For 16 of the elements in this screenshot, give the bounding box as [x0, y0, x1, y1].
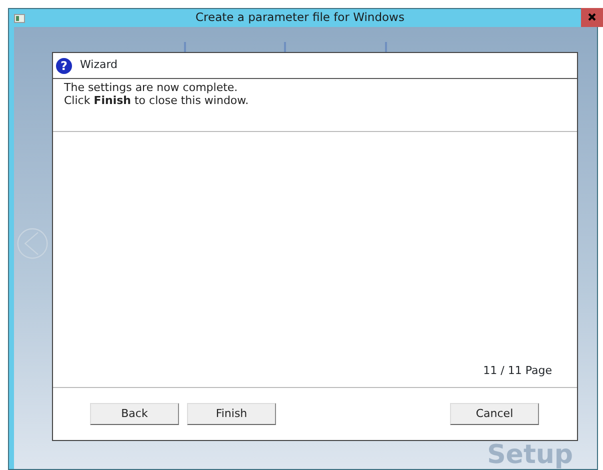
window-title: Create a parameter file for Windows: [194, 9, 406, 26]
close-icon: [588, 13, 596, 22]
step-marker: [184, 42, 186, 53]
help-icon: ?: [56, 58, 72, 74]
wizard-button[interactable]: Finish: [187, 403, 276, 425]
step-marker: [385, 42, 387, 53]
cancel-button[interactable]: Cancel: [450, 403, 539, 425]
watermark-text: Setup: [487, 442, 573, 468]
message-text: Click Finish to close this window.: [64, 94, 250, 107]
app-icon: [14, 14, 25, 22]
step-marker: [284, 42, 286, 53]
page-indicator: 11 / 11 Page: [483, 362, 552, 378]
close-button[interactable]: [581, 8, 603, 27]
wizard-button[interactable]: Back: [90, 403, 179, 425]
dialog-title: Wizard: [80, 57, 118, 74]
message-text: The settings are now complete.: [64, 81, 239, 94]
